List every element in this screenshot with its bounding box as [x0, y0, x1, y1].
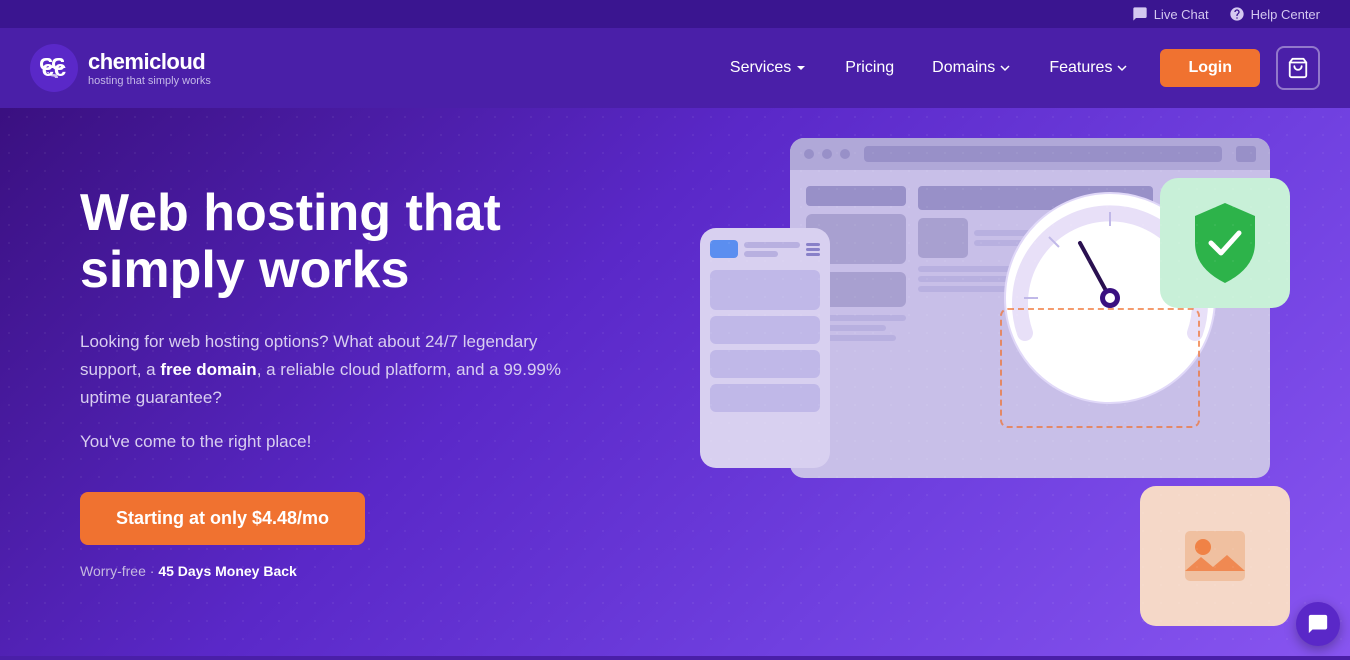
- cart-button[interactable]: [1276, 46, 1320, 90]
- phone-line: [744, 242, 800, 248]
- dashed-outline: [1000, 308, 1200, 428]
- phone-card-1: [710, 270, 820, 310]
- phone-line: [744, 251, 778, 257]
- live-chat-link[interactable]: Live Chat: [1132, 6, 1209, 22]
- logo[interactable]: cc chemicloud hosting that simply works: [30, 44, 211, 92]
- shield-svg: [1185, 198, 1265, 288]
- logo-tagline: hosting that simply works: [88, 75, 211, 87]
- phone-logo: [710, 240, 738, 258]
- menu-line: [806, 253, 820, 256]
- help-center-label: Help Center: [1251, 7, 1320, 22]
- phone-menu: [806, 243, 820, 256]
- logo-text: chemicloud hosting that simply works: [88, 49, 211, 87]
- hero-description: Looking for web hosting options? What ab…: [80, 328, 600, 412]
- cart-icon: [1287, 57, 1309, 79]
- browser-dot-2: [822, 149, 832, 159]
- login-button[interactable]: Login: [1160, 49, 1260, 87]
- chat-bubble-button[interactable]: [1296, 602, 1340, 646]
- cta-button[interactable]: Starting at only $4.48/mo: [80, 492, 365, 545]
- phone-mockup: [700, 228, 830, 468]
- nav-services[interactable]: Services: [714, 51, 823, 85]
- browser-top-bar: [790, 138, 1270, 170]
- phone-top-row: [710, 240, 820, 258]
- money-back-text: Worry-free · 45 Days Money Back: [80, 563, 660, 579]
- content-img: [918, 218, 968, 258]
- nav-domains[interactable]: Domains: [916, 51, 1027, 85]
- browser-address-bar: [864, 146, 1222, 162]
- phone-title-lines: [744, 242, 800, 257]
- hero-title: Web hosting that simply works: [80, 185, 660, 299]
- image-card: [1140, 486, 1290, 626]
- nav-pricing[interactable]: Pricing: [829, 51, 910, 85]
- help-icon: [1229, 6, 1245, 22]
- phone-card-4: [710, 384, 820, 412]
- browser-btn: [1236, 146, 1256, 162]
- shield-badge: [1160, 178, 1290, 308]
- navbar: cc chemicloud hosting that simply works …: [0, 28, 1350, 108]
- block-1: [806, 186, 906, 206]
- live-chat-label: Live Chat: [1154, 7, 1209, 22]
- logo-icon: cc: [30, 44, 78, 92]
- chevron-down-icon-3: [1116, 62, 1128, 74]
- chat-icon: [1132, 6, 1148, 22]
- browser-dot-1: [804, 149, 814, 159]
- top-bar: Live Chat Help Center: [0, 0, 1350, 28]
- chat-bubble-icon: [1307, 613, 1329, 635]
- hero-description-2: You've come to the right place!: [80, 428, 660, 456]
- logo-name: chemicloud: [88, 49, 211, 75]
- nav-features[interactable]: Features: [1033, 51, 1144, 85]
- chevron-down-icon-2: [999, 62, 1011, 74]
- help-center-link[interactable]: Help Center: [1229, 6, 1320, 22]
- menu-line: [806, 248, 820, 251]
- phone-cards: [710, 270, 820, 412]
- image-placeholder-icon: [1175, 521, 1255, 591]
- phone-card-3: [710, 350, 820, 378]
- browser-dot-3: [840, 149, 850, 159]
- chevron-down-icon: [795, 62, 807, 74]
- hero-section: Web hosting that simply works Looking fo…: [0, 108, 1350, 656]
- menu-line: [806, 243, 820, 246]
- hero-content: Web hosting that simply works Looking fo…: [80, 185, 660, 579]
- nav-links: Services Pricing Domains Features Login: [714, 46, 1320, 90]
- phone-card-2: [710, 316, 820, 344]
